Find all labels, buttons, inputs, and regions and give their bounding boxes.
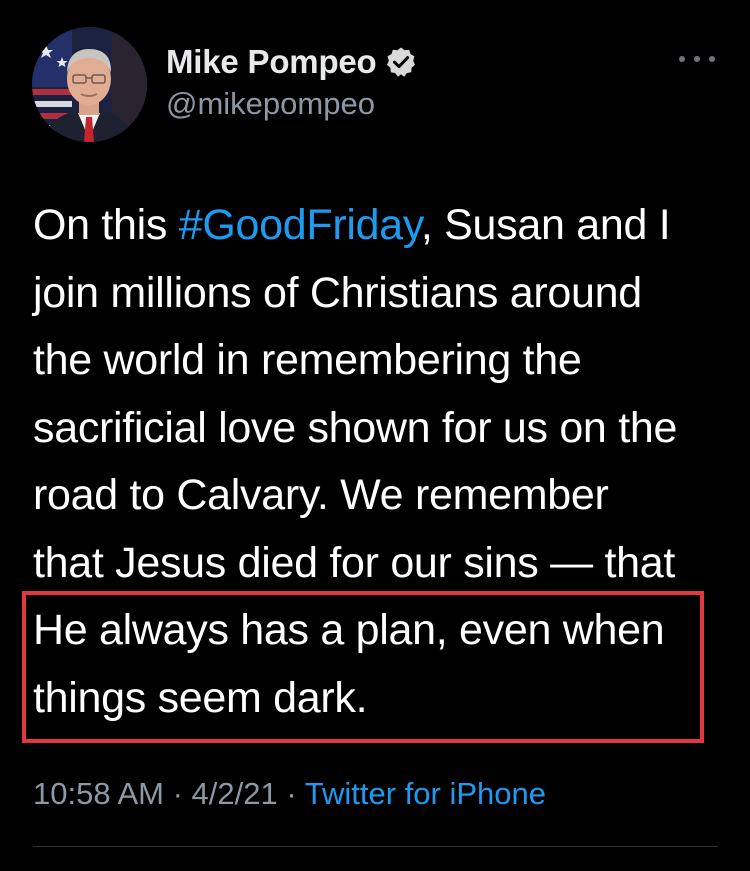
tweet-date[interactable]: 4/2/21 xyxy=(192,776,278,811)
tweet-line: join millions of Christians around xyxy=(33,268,642,317)
tweet-line: On this #GoodFriday, Susan and I xyxy=(33,192,733,260)
profile-photo-icon xyxy=(32,27,147,142)
tweet-line: the world in remembering the xyxy=(33,336,582,384)
tweet-card: Mike Pompeo @mikepompeo On this #GoodFri… xyxy=(0,0,750,871)
tweet-text: On this #GoodFriday, Susan and I join mi… xyxy=(33,192,733,732)
avatar[interactable] xyxy=(32,27,147,142)
tweet-text-segment: , Susan and I xyxy=(420,201,671,249)
dot-icon xyxy=(694,56,700,62)
verified-badge-icon xyxy=(385,46,417,78)
tweet-line: that Jesus died for our sins — that xyxy=(33,538,675,587)
tweet-line: He always has a plan, even when xyxy=(33,606,665,654)
tweet-meta: 10:58 AM · 4/2/21 · Twitter for iPhone xyxy=(33,776,546,812)
author-name-row[interactable]: Mike Pompeo xyxy=(166,40,417,84)
tweet-text-segment: On this xyxy=(33,201,179,249)
more-horizontal-icon[interactable] xyxy=(679,52,715,66)
tweet-time[interactable]: 10:58 AM xyxy=(33,776,164,811)
divider xyxy=(33,846,718,847)
display-name[interactable]: Mike Pompeo xyxy=(166,43,377,81)
tweet-line: things seem dark. xyxy=(33,673,368,722)
tweet-line: sacrificial love shown for us on the xyxy=(33,403,678,452)
dot-icon xyxy=(679,56,685,62)
hashtag-link[interactable]: #GoodFriday xyxy=(179,201,421,249)
tweet-line: road to Calvary. We remember xyxy=(33,471,609,519)
meta-separator: · xyxy=(163,776,192,811)
dot-icon xyxy=(709,56,715,62)
meta-separator: · xyxy=(277,776,305,811)
tweet-source-link[interactable]: Twitter for iPhone xyxy=(305,776,546,811)
author-handle[interactable]: @mikepompeo xyxy=(166,86,375,122)
